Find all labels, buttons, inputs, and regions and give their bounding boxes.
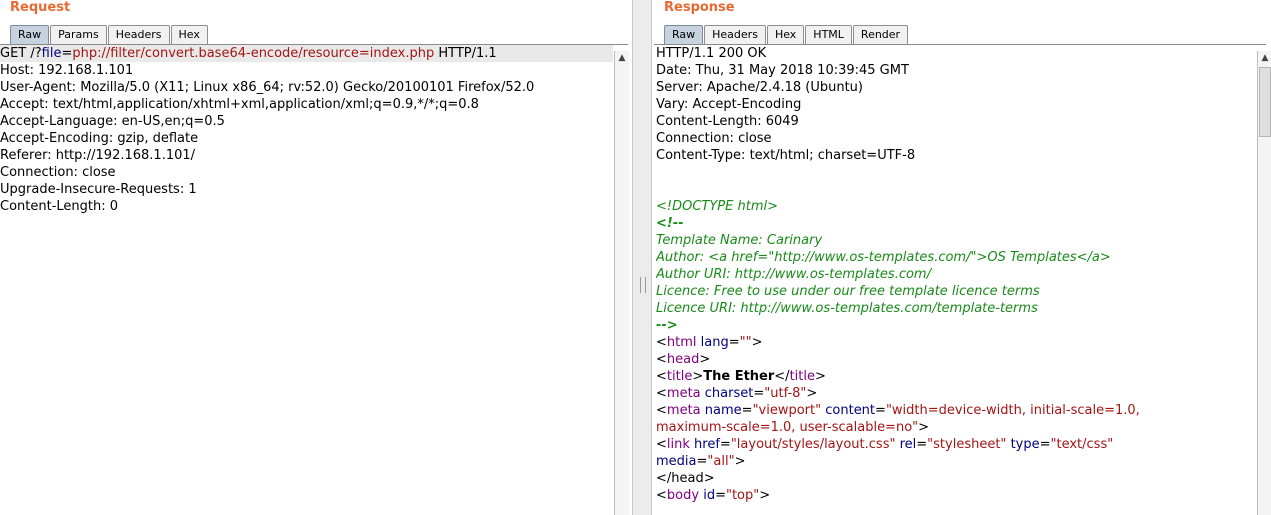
link-attr-value: "stylesheet": [927, 437, 1007, 452]
title-tag: title: [666, 369, 693, 384]
html-tag: html: [666, 335, 697, 350]
html-attr-value: "": [739, 335, 752, 350]
title-text: The Ether: [703, 369, 775, 384]
response-header-line: Connection: close: [656, 131, 772, 146]
response-header-line: Vary: Accept-Encoding: [656, 97, 802, 112]
meta-attr-value: "viewport": [752, 403, 822, 418]
link-attr: media: [656, 454, 697, 469]
response-pane: Response Raw Headers Hex HTML Render HTT…: [654, 0, 1271, 515]
body-tag: body: [666, 488, 700, 503]
scroll-thumb[interactable]: [1259, 67, 1271, 137]
request-method-path: GET /?: [0, 46, 42, 61]
response-tab-html[interactable]: HTML: [805, 25, 852, 44]
request-protocol: HTTP/1.1: [434, 46, 497, 61]
link-attr-value: "layout/styles/layout.css": [730, 437, 896, 452]
comment-line: Author: <a href="http://www.os-templates…: [656, 250, 1111, 265]
response-editor[interactable]: HTTP/1.1 200 OK Date: Thu, 31 May 2018 1…: [656, 45, 1252, 515]
request-tab-raw[interactable]: Raw: [10, 25, 50, 44]
head-tag-line: <head>: [656, 352, 711, 367]
link-attr: href: [694, 437, 720, 452]
head-close-line: </head>: [656, 471, 715, 486]
request-editor[interactable]: GET /?file=php://filter/convert.base64-e…: [0, 45, 613, 515]
link-tag-line: <link href="layout/styles/layout.css" re…: [656, 437, 1114, 452]
body-attr: id: [703, 488, 716, 503]
response-tab-raw[interactable]: Raw: [664, 25, 704, 44]
meta-attr-value: maximum-scale=1.0, user-scalable=no": [656, 420, 919, 435]
request-header-line: Accept-Language: en-US,en;q=0.5: [0, 114, 225, 129]
splitter-grip-icon[interactable]: [640, 277, 646, 293]
request-header-line: Accept-Encoding: gzip, deflate: [0, 131, 199, 146]
request-header-line: Upgrade-Insecure-Requests: 1: [0, 182, 197, 197]
request-tab-params[interactable]: Params: [50, 25, 107, 44]
request-pane: Request Raw Params Headers Hex GET /?fil…: [0, 0, 632, 515]
meta-attr: charset: [704, 386, 754, 401]
request-line: GET /?file=php://filter/convert.base64-e…: [0, 45, 613, 62]
link-attr-value: "all": [707, 454, 735, 469]
scroll-up-arrow-icon[interactable]: ▲: [1258, 51, 1271, 65]
head-tag: head: [666, 352, 700, 367]
link-attr: rel: [899, 437, 917, 452]
meta-attr: name: [704, 403, 742, 418]
meta-attr: content: [825, 403, 876, 418]
request-scrollbar[interactable]: ▲: [614, 51, 629, 515]
request-header-line: Referer: http://192.168.1.101/: [0, 148, 196, 163]
request-tab-hex[interactable]: Hex: [170, 25, 208, 44]
body-attr-value: "top": [725, 488, 760, 503]
request-header-line: User-Agent: Mozilla/5.0 (X11; Linux x86_…: [0, 80, 535, 95]
response-header-line: Server: Apache/2.4.18 (Ubuntu): [656, 80, 863, 95]
html-tag-line: <html lang="">: [656, 335, 763, 350]
request-title: Request: [10, 0, 71, 15]
pane-splitter[interactable]: [632, 0, 652, 515]
link-tag: link: [666, 437, 690, 452]
meta-attr-value: "width=device-width, initial-scale=1.0,: [885, 403, 1140, 418]
doctype-line: <!DOCTYPE html>: [656, 199, 778, 214]
comment-line: Licence: Free to use under our free temp…: [656, 284, 1040, 299]
title-close-tag: title: [789, 369, 815, 384]
html-attr: lang: [700, 335, 729, 350]
request-header-line: Accept: text/html,application/xhtml+xml,…: [0, 97, 479, 112]
request-tab-headers[interactable]: Headers: [107, 25, 170, 44]
scroll-up-arrow-icon[interactable]: ▲: [615, 51, 629, 65]
link-attr-value: "text/css": [1050, 437, 1114, 452]
response-header-line: Content-Length: 6049: [656, 114, 799, 129]
request-header-line: Host: 192.168.1.101: [0, 63, 134, 78]
response-header-line: Content-Type: text/html; charset=UTF-8: [656, 148, 916, 163]
comment-open-line: <!--: [656, 216, 684, 231]
response-tab-hex[interactable]: Hex: [766, 25, 805, 44]
meta-viewport-line-cont: maximum-scale=1.0, user-scalable=no">: [656, 420, 930, 435]
response-tab-render[interactable]: Render: [852, 25, 909, 44]
request-header-line: Connection: close: [0, 165, 116, 180]
request-header-line: Content-Length: 0: [0, 199, 119, 214]
response-scrollbar[interactable]: ▲: [1257, 51, 1271, 515]
meta-viewport-line: <meta name="viewport" content="width=dev…: [656, 403, 1140, 418]
meta-charset-line: <meta charset="utf-8">: [656, 386, 818, 401]
param-value: php://filter/convert.base64-encode/resou…: [72, 46, 435, 61]
response-header-line: Date: Thu, 31 May 2018 10:39:45 GMT: [656, 63, 909, 78]
comment-line: Template Name: Carinary: [656, 233, 823, 248]
request-tabbar: Raw Params Headers Hex: [10, 25, 209, 45]
meta-tag: meta: [666, 403, 701, 418]
comment-line: Author URI: http://www.os-templates.com/: [656, 267, 931, 282]
meta-tag: meta: [666, 386, 701, 401]
response-header-line: HTTP/1.1 200 OK: [656, 46, 767, 61]
response-tabbar: Raw Headers Hex HTML Render: [664, 25, 909, 45]
comment-line: Licence URI: http://www.os-templates.com…: [656, 301, 1038, 316]
body-tag-line: <body id="top">: [656, 488, 771, 503]
response-tab-headers[interactable]: Headers: [704, 25, 766, 44]
response-title: Response: [664, 0, 735, 15]
comment-close-line: -->: [656, 318, 678, 333]
param-equals: =: [61, 46, 73, 61]
link-attr: type: [1010, 437, 1040, 452]
param-name: file: [41, 46, 62, 61]
meta-attr-value: "utf-8": [764, 386, 807, 401]
link-tag-line-cont: media="all">: [656, 454, 746, 469]
title-tag-line: <title>The Ether</title>: [656, 369, 826, 384]
